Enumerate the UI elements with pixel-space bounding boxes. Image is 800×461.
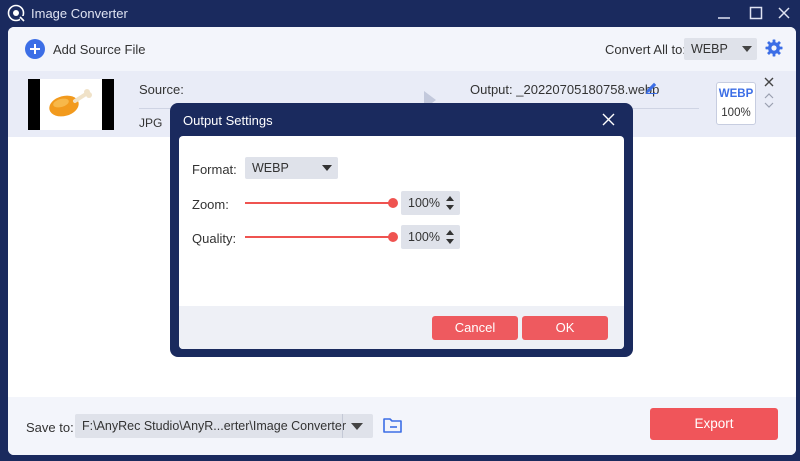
source-format: JPG xyxy=(139,116,163,130)
save-to-label: Save to: xyxy=(26,420,74,435)
zoom-slider[interactable] xyxy=(245,197,398,209)
edit-pencil-icon[interactable] xyxy=(645,81,658,94)
chevron-down-icon xyxy=(322,165,332,171)
decrement-icon[interactable] xyxy=(446,205,454,210)
window-title: Image Converter xyxy=(31,6,128,21)
format-label: Format: xyxy=(192,162,237,177)
move-up-icon[interactable] xyxy=(764,92,774,100)
close-icon xyxy=(778,7,790,19)
bottom-bar: Save to: F:\AnyRec Studio\AnyR...erter\I… xyxy=(8,397,796,455)
increment-icon[interactable] xyxy=(446,196,454,201)
move-down-icon[interactable] xyxy=(764,101,774,109)
zoom-slider-fill xyxy=(245,202,393,204)
badge-format: WEBP xyxy=(718,88,754,100)
maximize-icon xyxy=(749,6,763,20)
format-select[interactable]: WEBP xyxy=(245,157,338,179)
dialog-footer: Cancel OK xyxy=(179,306,624,349)
ok-button[interactable]: OK xyxy=(522,316,608,340)
chicken-leg-image xyxy=(49,89,92,117)
folder-icon[interactable] xyxy=(383,417,402,434)
chevron-down-icon xyxy=(742,46,752,52)
add-source-file-button[interactable]: Add Source File xyxy=(25,38,146,60)
output-settings-dialog: Output Settings Format: WEBP Zoom: 100% … xyxy=(170,103,633,357)
quality-slider-fill xyxy=(245,236,393,238)
dialog-body: Format: WEBP Zoom: 100% Quality: 100% Ca… xyxy=(179,136,624,349)
output-filename: Output: _20220705180758.webp xyxy=(470,82,660,97)
zoom-value: 100% xyxy=(408,196,440,210)
save-path-value: F:\AnyRec Studio\AnyR...erter\Image Conv… xyxy=(82,419,346,433)
zoom-slider-handle[interactable] xyxy=(388,198,398,208)
convert-all-label: Convert All to: xyxy=(605,42,686,57)
save-path-select[interactable]: F:\AnyRec Studio\AnyR...erter\Image Conv… xyxy=(75,414,373,438)
convert-all-format-value: WEBP xyxy=(691,42,728,56)
close-button[interactable] xyxy=(774,3,794,23)
add-source-file-label: Add Source File xyxy=(53,41,146,57)
minimize-icon xyxy=(718,17,730,19)
app-logo-icon xyxy=(7,4,25,22)
gear-icon[interactable] xyxy=(765,39,783,57)
zoom-label: Zoom: xyxy=(192,197,229,212)
quality-slider-handle[interactable] xyxy=(388,232,398,242)
format-value: WEBP xyxy=(252,161,289,175)
cancel-button[interactable]: Cancel xyxy=(432,316,518,340)
toolbar: Add Source File Convert All to: WEBP xyxy=(8,27,796,71)
dialog-title: Output Settings xyxy=(183,113,273,128)
export-button[interactable]: Export xyxy=(650,408,778,440)
output-format-badge[interactable]: WEBP 100% xyxy=(716,82,756,125)
minimize-button[interactable] xyxy=(714,3,734,23)
quality-slider[interactable] xyxy=(245,231,398,243)
source-label: Source: xyxy=(139,82,184,97)
plus-icon xyxy=(25,39,45,59)
quality-value: 100% xyxy=(408,230,440,244)
file-thumbnail xyxy=(28,79,114,130)
decrement-icon[interactable] xyxy=(446,239,454,244)
chevron-down-icon[interactable] xyxy=(351,423,363,430)
remove-file-icon[interactable] xyxy=(764,77,774,87)
title-bar: Image Converter xyxy=(0,0,800,26)
quality-label: Quality: xyxy=(192,231,237,246)
convert-all-format-select[interactable]: WEBP xyxy=(684,38,757,60)
maximize-button[interactable] xyxy=(746,3,766,23)
close-icon[interactable] xyxy=(602,113,615,126)
increment-icon[interactable] xyxy=(446,230,454,235)
quality-stepper[interactable]: 100% xyxy=(401,225,460,249)
zoom-stepper[interactable]: 100% xyxy=(401,191,460,215)
badge-zoom: 100% xyxy=(721,107,751,119)
